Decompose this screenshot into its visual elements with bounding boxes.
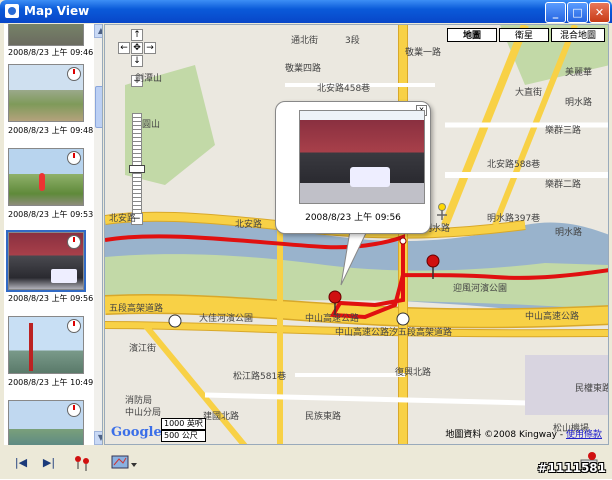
photo-date: 2008/8/23 上午 09:48	[8, 126, 94, 135]
scroll-thumb[interactable]	[95, 86, 102, 128]
label-meilihua: 美麗華	[565, 68, 593, 78]
compass-icon	[67, 403, 81, 417]
route-pins-icon	[75, 456, 89, 471]
photo-thumbnail[interactable]	[8, 24, 84, 46]
bus-figure	[51, 269, 77, 283]
layer-tool-button[interactable]	[110, 453, 138, 473]
photo-info-popup: x 2008/8/23 上午 09:56	[275, 101, 431, 234]
highway-shield-1	[168, 314, 182, 328]
pan-up-button[interactable]: ↑	[131, 29, 143, 41]
label-dazhi: 大直街	[515, 88, 543, 98]
label-fuxing-n: 復興北路	[395, 368, 432, 378]
label-beian-2: 北安路	[109, 214, 137, 224]
label-lequn3: 樂群三路	[545, 126, 582, 136]
label-mingshui-397: 明水路397巷	[487, 214, 541, 224]
maximize-button[interactable]: □	[567, 2, 588, 23]
zoom-handle[interactable]	[129, 165, 145, 173]
highway-shield-2	[396, 312, 410, 326]
app-icon	[5, 4, 19, 18]
label-yingfeng-park: 迎風河濱公園	[453, 284, 508, 294]
photo-thumbnail[interactable]	[8, 316, 84, 374]
copyright-text: 地圖資料 ©2008 Kingway -	[445, 430, 566, 440]
photo-thumbnail[interactable]	[8, 400, 84, 445]
label-yuanshan: 圓山	[142, 120, 161, 130]
map-type-hybrid[interactable]: 混合地圖	[551, 28, 605, 42]
map-view-window: Map View _ □ ✕ 2008/8/23 上午 09:46 2008/8…	[0, 0, 612, 479]
photo-thumbnail[interactable]	[6, 230, 86, 292]
label-zhongshan-hwy-xizhi: 中山高速公路汐五段高架道路	[335, 328, 453, 338]
photo-date: 2008/8/23 上午 09:53	[8, 210, 94, 219]
popup-photo[interactable]	[299, 110, 425, 204]
bottom-toolbar: |◀ ▶| #1111581	[0, 447, 612, 479]
pan-left-button[interactable]: ←	[118, 42, 130, 54]
pan-right-button[interactable]: →	[144, 42, 156, 54]
runner-figure	[39, 173, 45, 191]
label-minquan: 民權東路	[575, 384, 609, 394]
sidebar-scrollbar[interactable]: ▲ ▼	[94, 24, 102, 445]
scroll-up-arrow[interactable]: ▲	[94, 24, 102, 38]
photo-date: 2008/8/23 上午 09:46	[8, 48, 94, 57]
map-type-map[interactable]: 地圖	[447, 28, 497, 42]
photo-thumbnail[interactable]	[8, 148, 84, 206]
google-logo: Google	[111, 425, 162, 440]
label-lequn2: 樂群二路	[545, 180, 582, 190]
label-songjiang-581: 松江路581巷	[233, 372, 287, 382]
route-node	[399, 237, 407, 245]
label-mingshui-2: 明水路	[555, 228, 583, 238]
compass-icon	[67, 319, 81, 333]
label-jiantan: 劍潭山	[135, 74, 163, 84]
photo-thumbnail[interactable]	[8, 64, 84, 122]
google-text: Google	[111, 425, 162, 440]
label-dajia-park: 大佳河濱公園	[199, 314, 254, 324]
label-minzu-e: 民族東路	[305, 412, 342, 422]
previous-photo-button[interactable]: |◀	[10, 453, 32, 473]
compass-icon	[67, 151, 81, 165]
label-police: 中山分局	[125, 408, 162, 418]
window-title: Map View	[24, 4, 90, 18]
label-zhongshan-hwy-2: 中山高速公路	[525, 312, 580, 322]
popup-date: 2008/8/23 上午 09:56	[305, 213, 401, 223]
pan-down-button[interactable]: ↓	[131, 55, 143, 67]
next-photo-button[interactable]: ▶|	[38, 453, 60, 473]
label-zhongshan-hwy-1: 中山高速公路	[305, 314, 360, 324]
photo-list: 2008/8/23 上午 09:46 2008/8/23 上午 09:48 20…	[4, 24, 103, 445]
map-layers-icon	[111, 455, 137, 469]
route-tool-button[interactable]	[72, 453, 94, 473]
label-3duan: 3段	[345, 36, 360, 46]
bus-figure	[350, 167, 390, 187]
title-bar[interactable]: Map View _ □ ✕	[0, 0, 612, 23]
close-button[interactable]: ✕	[589, 2, 610, 23]
scale-feet: 1000 英呎	[161, 418, 206, 430]
scroll-down-arrow[interactable]: ▼	[94, 431, 102, 445]
bridge-tower	[29, 323, 33, 371]
compass-icon	[67, 235, 81, 249]
terms-link[interactable]: 使用條款	[566, 430, 602, 440]
label-beian-1: 北安路	[235, 220, 263, 230]
compass-icon	[67, 67, 81, 81]
label-beian-588: 北安路588巷	[487, 160, 541, 170]
label-beian-458: 北安路458巷	[317, 84, 371, 94]
photo-date: 2008/8/23 上午 09:56	[8, 294, 94, 303]
label-highway-elevated: 五段高架道路	[109, 304, 164, 314]
scale-bar: 1000 英呎 500 公尺	[161, 418, 206, 442]
label-tongbei: 通北街	[291, 36, 319, 46]
watermark: #1111581	[537, 461, 606, 475]
pan-center-button[interactable]: ✥	[131, 42, 143, 54]
label-jingye-4: 敬業四路	[285, 64, 322, 74]
map-canvas[interactable]: 地圖 衛星 混合地圖 ↑ ← ✥ → ↓ + − 劍潭山 圓山 北安路 北安路5…	[104, 24, 609, 445]
photo-date: 2008/8/23 上午 10:49	[8, 378, 94, 387]
map-copyright: 地圖資料 ©2008 Kingway - 使用條款	[445, 427, 602, 440]
label-mingshui-3: 明水路	[565, 98, 593, 108]
label-binjiang: 濱江街	[129, 344, 157, 354]
map-type-satellite[interactable]: 衛星	[499, 28, 549, 42]
minimize-button[interactable]: _	[545, 2, 566, 23]
label-jingye-1: 敬業一路	[405, 48, 442, 58]
scale-meters: 500 公尺	[161, 430, 206, 442]
label-jianguo-n: 建國北路	[203, 412, 240, 422]
